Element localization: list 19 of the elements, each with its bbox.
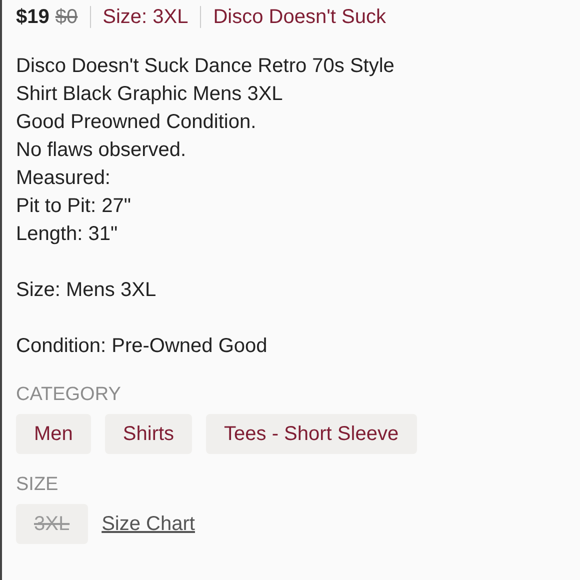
section-label: SIZE xyxy=(16,474,60,496)
category-chip[interactable]: Tees - Short Sleeve xyxy=(206,414,417,454)
size-text: Size: 3XL xyxy=(102,6,188,28)
description-line: No flaws observed. xyxy=(16,138,188,163)
description-line: Disco Doesn't Suck Dance Retro 70s Style xyxy=(16,54,396,79)
description-line: Pit to Pit: 27" xyxy=(16,194,132,219)
description-line: Length: 31" xyxy=(16,222,119,247)
size-chart-link[interactable]: Size Chart xyxy=(102,512,195,536)
category-chip[interactable]: Men xyxy=(16,414,91,454)
description-line: Shirt Black Graphic Mens 3XL xyxy=(16,82,284,107)
category-chip[interactable]: Shirts xyxy=(104,414,192,454)
brand-link[interactable]: Disco Doesn't Suck xyxy=(213,6,386,28)
description-line: Condition: Pre-Owned Good xyxy=(16,334,268,359)
price: $19 xyxy=(16,6,50,28)
description-line: Size: Mens 3XL xyxy=(16,278,158,303)
description-line: Measured: xyxy=(16,166,112,191)
description-line: Good Preowned Condition. xyxy=(16,110,258,135)
section-label: CATEGORY xyxy=(16,384,122,406)
original-price: $0 xyxy=(55,6,78,28)
